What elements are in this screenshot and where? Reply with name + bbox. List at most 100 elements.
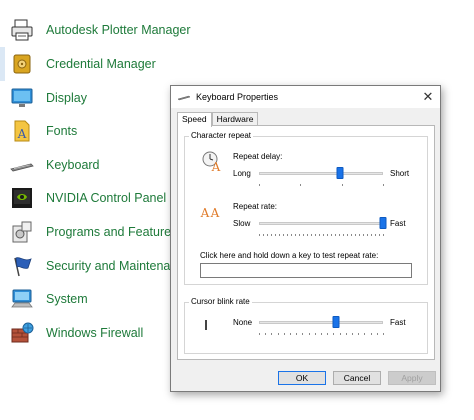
flag-icon <box>8 252 36 280</box>
slider-tick <box>363 234 364 236</box>
svg-text:A: A <box>210 206 220 220</box>
nvidia-icon <box>8 184 36 212</box>
tab-strip: Speed Hardware <box>177 112 259 127</box>
tab-hardware[interactable]: Hardware <box>211 112 259 126</box>
slider-thumb[interactable] <box>379 217 387 229</box>
test-repeat-input[interactable] <box>200 263 412 278</box>
keyboard-properties-dialog: Keyboard Properties ✕ Speed Hardware Cha… <box>170 85 441 392</box>
keyboard-icon <box>174 86 194 108</box>
slider-tick <box>319 234 320 236</box>
slider-tick <box>383 333 384 335</box>
cp-item-label: NVIDIA Control Panel <box>46 191 167 205</box>
slider-tick <box>375 234 376 236</box>
slider-tick <box>347 234 348 236</box>
slider-tick <box>339 333 341 335</box>
slider-tick <box>308 333 310 335</box>
cp-item-label: System <box>46 292 88 306</box>
svg-text:A: A <box>17 127 27 141</box>
slider-tick <box>283 234 284 236</box>
slider-tick <box>379 234 380 236</box>
cursor-blink-min-label: None <box>233 318 253 327</box>
slider-tick <box>283 333 285 335</box>
cp-item-credential-manager[interactable]: Credential Manager <box>0 47 198 81</box>
slider-tick <box>321 333 322 335</box>
close-button[interactable]: ✕ <box>416 86 440 108</box>
slider-tick <box>279 234 280 236</box>
slider-tick <box>364 333 366 335</box>
tab-speed[interactable]: Speed <box>177 112 212 127</box>
slider-tick <box>299 234 300 236</box>
slider-tick <box>327 333 329 335</box>
monitor-icon <box>8 84 36 112</box>
slider-tick <box>303 234 304 236</box>
slider-tick <box>259 333 260 335</box>
slider-tick <box>277 333 279 335</box>
cp-item-label: Fonts <box>46 124 78 138</box>
cp-item-label: Windows Firewall <box>46 326 144 340</box>
cp-item-label: Display <box>46 91 87 105</box>
slider-tick <box>302 333 304 335</box>
slider-tick <box>339 234 340 236</box>
svg-text:A: A <box>200 206 210 220</box>
cursor-blink-ticks <box>259 333 384 336</box>
repeat-delay-ticks <box>259 184 384 187</box>
cursor-blink-slider[interactable] <box>259 316 383 330</box>
repeat-delay-max-label: Short <box>390 169 410 178</box>
cursor-blink-max-label: Fast <box>390 318 406 327</box>
repeat-rate-min-label: Slow <box>233 219 251 228</box>
slider-tick <box>263 234 264 236</box>
computer-icon <box>8 285 36 313</box>
repeat-delay-min-label: Long <box>233 169 251 178</box>
test-repeat-label: Click here and hold down a key to test r… <box>200 251 379 260</box>
slider-tick <box>345 333 347 335</box>
ok-button[interactable]: OK <box>278 371 326 385</box>
slider-tick <box>335 234 336 236</box>
svg-text:A: A <box>211 160 221 172</box>
cp-item-autodesk-plotter-manager[interactable]: Autodesk Plotter Manager <box>8 15 198 45</box>
slider-tick <box>271 234 272 236</box>
apply-button[interactable]: Apply <box>388 371 436 385</box>
cp-item-label: Autodesk Plotter Manager <box>46 23 191 37</box>
slider-tick <box>259 234 260 236</box>
slider-tick <box>265 333 267 335</box>
group-title: Character repeat <box>189 131 254 140</box>
slider-track <box>259 321 383 324</box>
firewall-icon <box>8 319 36 347</box>
slider-tick <box>275 234 276 236</box>
dialog-title: Keyboard Properties <box>196 92 279 102</box>
plotter-icon <box>8 16 36 44</box>
slider-tick <box>307 234 308 236</box>
slider-tick <box>333 333 335 335</box>
slider-tick <box>314 333 316 335</box>
title-bar[interactable]: Keyboard Properties ✕ <box>171 86 440 108</box>
slider-thumb[interactable] <box>336 167 344 179</box>
slider-tick <box>352 333 353 335</box>
repeat-delay-label: Repeat delay: <box>233 152 283 161</box>
repeat-rate-icon: A A <box>199 202 225 220</box>
slider-tick <box>351 234 352 236</box>
slider-tick <box>259 184 260 186</box>
fonts-icon: A <box>8 117 36 145</box>
cursor-blink-group: Cursor blink rate None Fast <box>184 297 428 354</box>
slider-tick <box>290 333 291 335</box>
repeat-rate-slider[interactable] <box>259 217 387 231</box>
slider-tick <box>311 234 312 236</box>
slider-tick <box>300 184 302 186</box>
slider-tick <box>355 234 356 236</box>
cp-item-label: Credential Manager <box>46 57 156 71</box>
slider-tick <box>291 234 292 236</box>
slider-tick <box>359 234 360 236</box>
cp-item-label: Keyboard <box>46 158 100 172</box>
repeat-rate-max-label: Fast <box>390 219 406 228</box>
slider-tick <box>296 333 298 335</box>
cancel-button[interactable]: Cancel <box>333 371 381 385</box>
slider-tick <box>383 184 384 186</box>
slider-thumb[interactable] <box>332 316 340 328</box>
slider-tick <box>376 333 378 335</box>
repeat-rate-ticks <box>259 234 384 237</box>
group-title: Cursor blink rate <box>189 297 252 306</box>
slider-tick <box>383 234 384 236</box>
repeat-delay-slider[interactable] <box>259 167 383 181</box>
slider-tick <box>271 333 273 335</box>
credential-safe-icon <box>8 50 36 78</box>
